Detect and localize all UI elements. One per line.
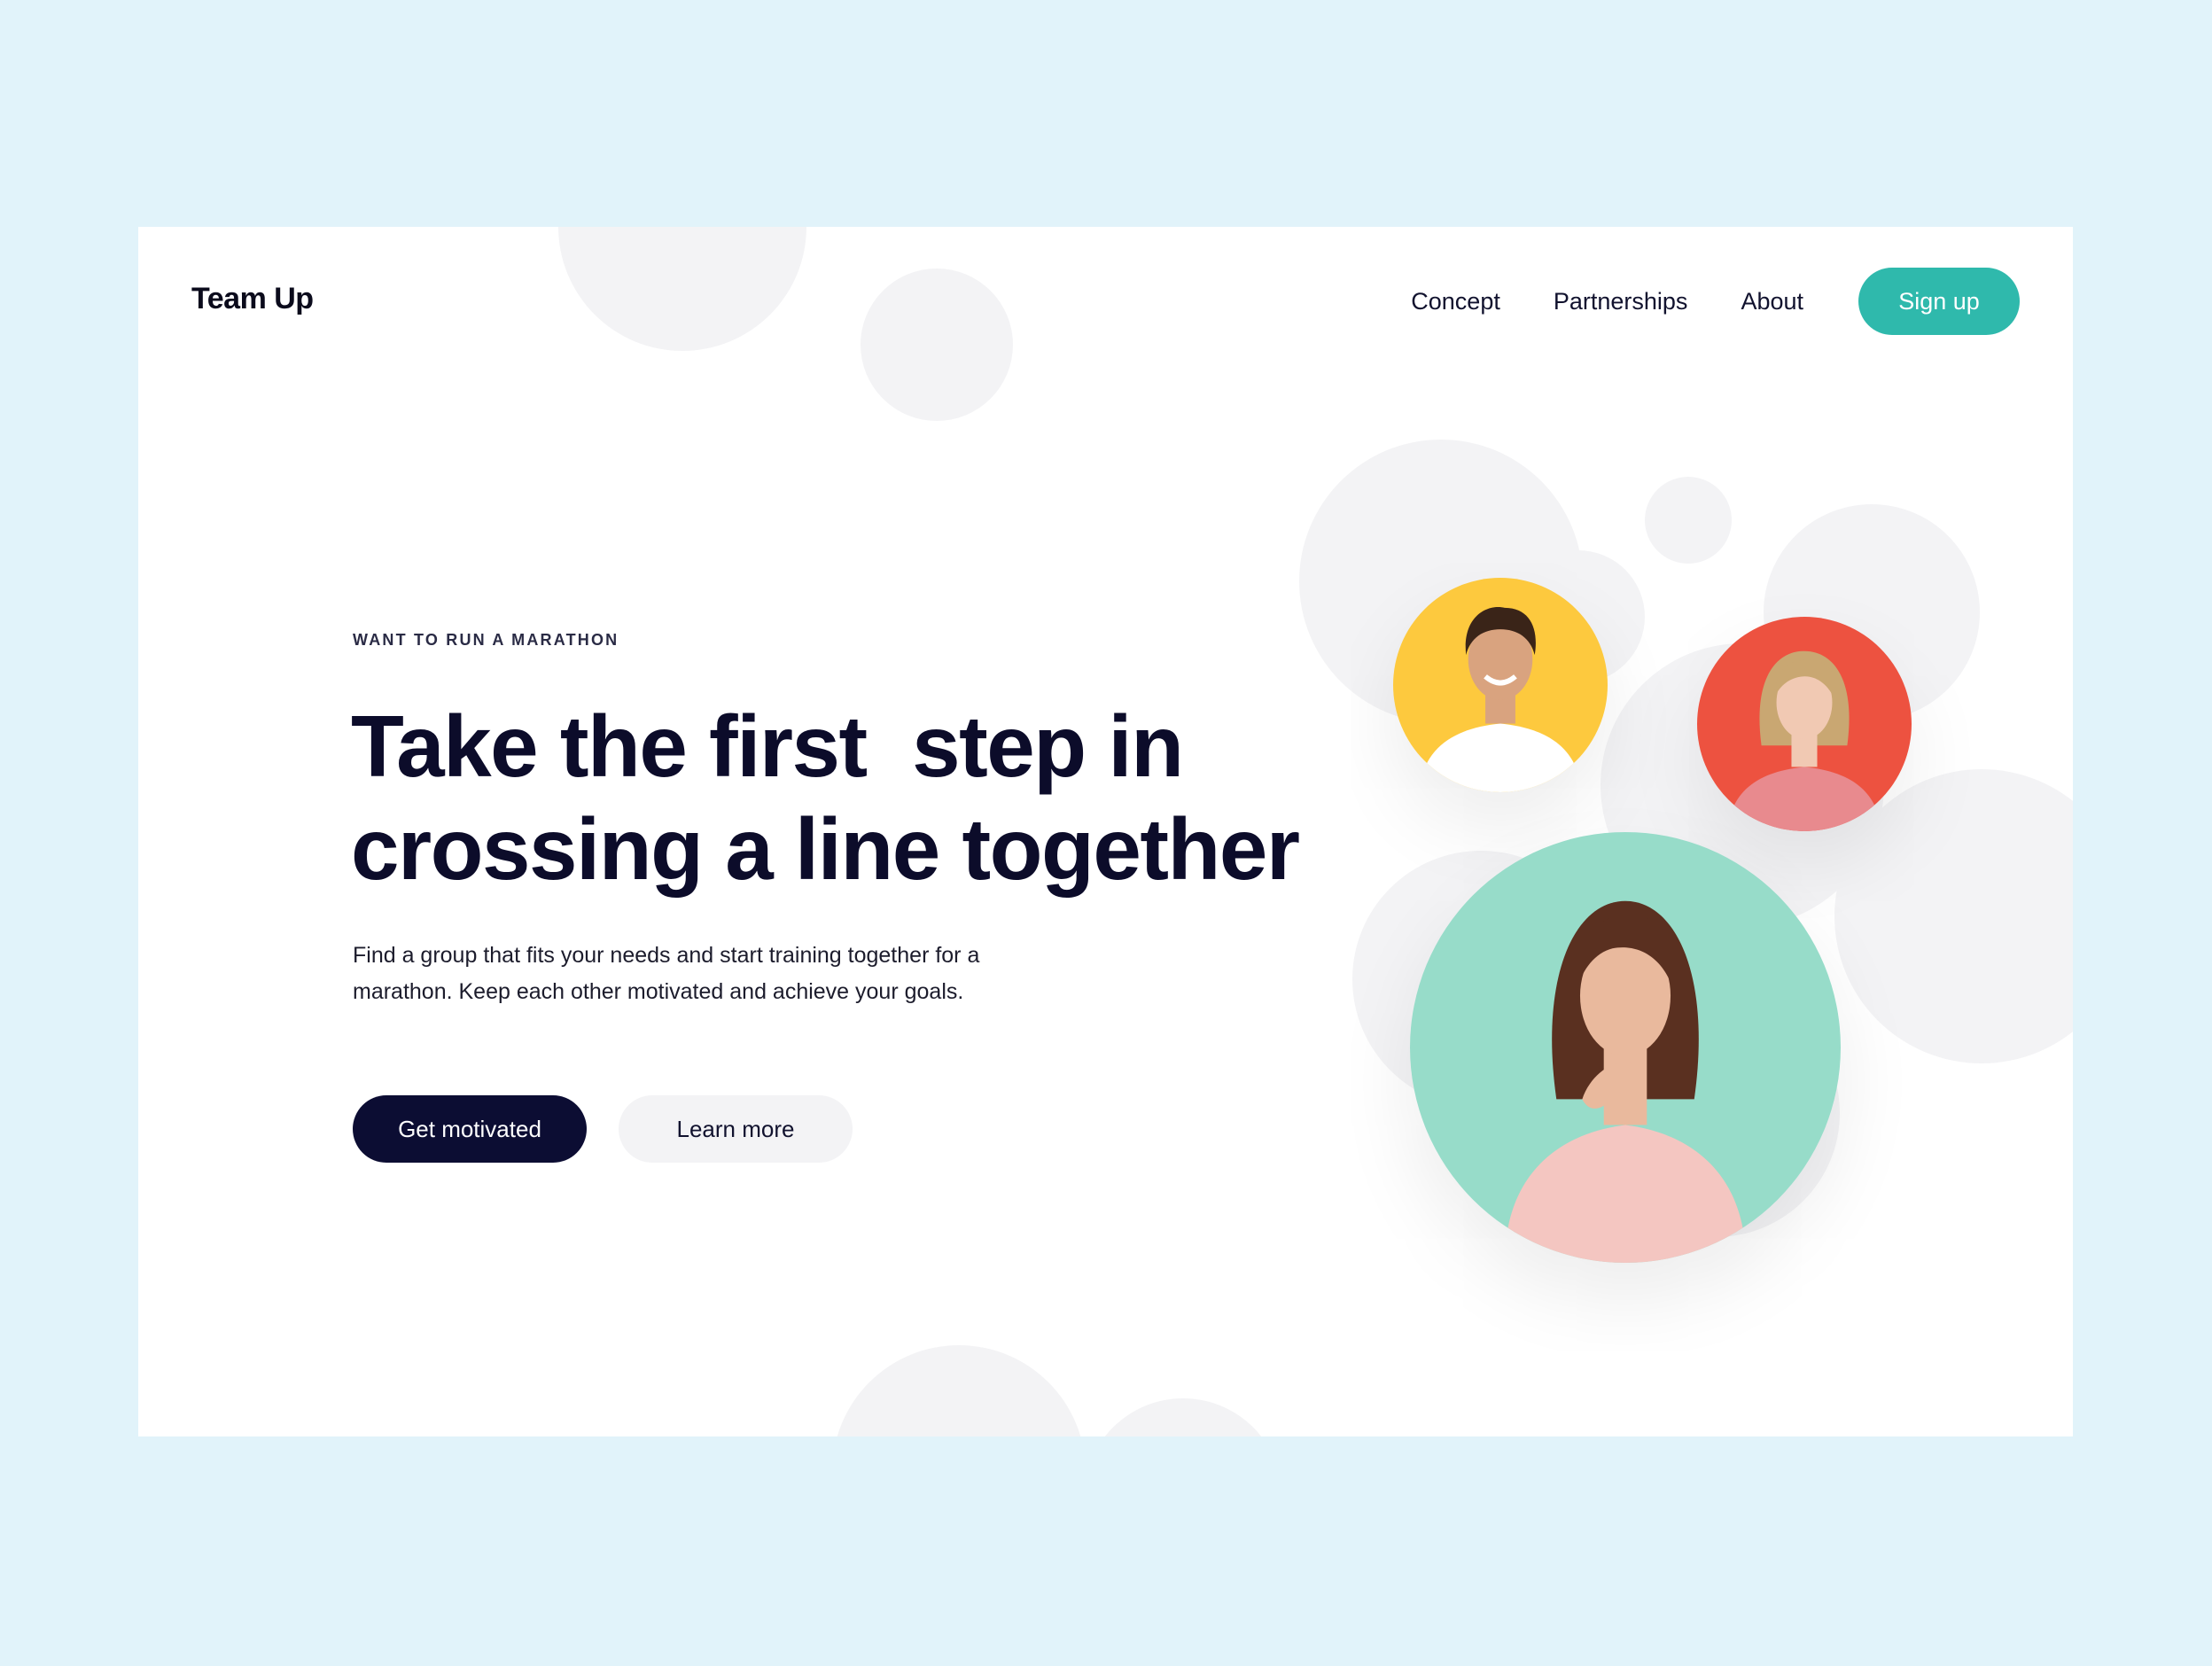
signup-button[interactable]: Sign up bbox=[1858, 268, 2020, 335]
top-nav: Concept Partnerships About Sign up bbox=[1411, 268, 2020, 335]
hero-description: Find a group that fits your needs and st… bbox=[353, 938, 1026, 1010]
headline-line: Take the first step in bbox=[351, 697, 1184, 795]
brunette-woman-portrait-icon bbox=[1410, 832, 1841, 1263]
description-line: marathon. Keep each other motivated and … bbox=[353, 979, 964, 1004]
man-avatar bbox=[1393, 578, 1608, 792]
bg-bubble bbox=[832, 1345, 1086, 1436]
man-portrait-icon bbox=[1393, 578, 1608, 792]
nav-partnerships[interactable]: Partnerships bbox=[1554, 288, 1688, 315]
blonde-woman-avatar bbox=[1697, 617, 1912, 831]
headline-line: crossing a line together bbox=[351, 800, 1300, 898]
learn-more-button[interactable]: Learn more bbox=[619, 1095, 853, 1163]
nav-about[interactable]: About bbox=[1741, 288, 1803, 315]
get-motivated-button[interactable]: Get motivated bbox=[353, 1095, 587, 1163]
brunette-woman-avatar bbox=[1410, 832, 1841, 1263]
description-line: Find a group that fits your needs and st… bbox=[353, 943, 980, 968]
bg-bubble bbox=[861, 269, 1013, 421]
hero-eyebrow: WANT TO RUN A MARATHON bbox=[353, 631, 619, 649]
landing-card: Team Up Concept Partnerships About Sign … bbox=[138, 227, 2073, 1436]
bg-bubble bbox=[1084, 1398, 1282, 1436]
bg-bubble bbox=[558, 227, 806, 351]
hero-headline: Take the first step in crossing a line t… bbox=[351, 695, 1326, 900]
nav-concept[interactable]: Concept bbox=[1411, 288, 1500, 315]
bg-bubble bbox=[1645, 477, 1732, 564]
logo[interactable]: Team Up bbox=[191, 282, 314, 316]
blonde-woman-portrait-icon bbox=[1697, 617, 1912, 831]
